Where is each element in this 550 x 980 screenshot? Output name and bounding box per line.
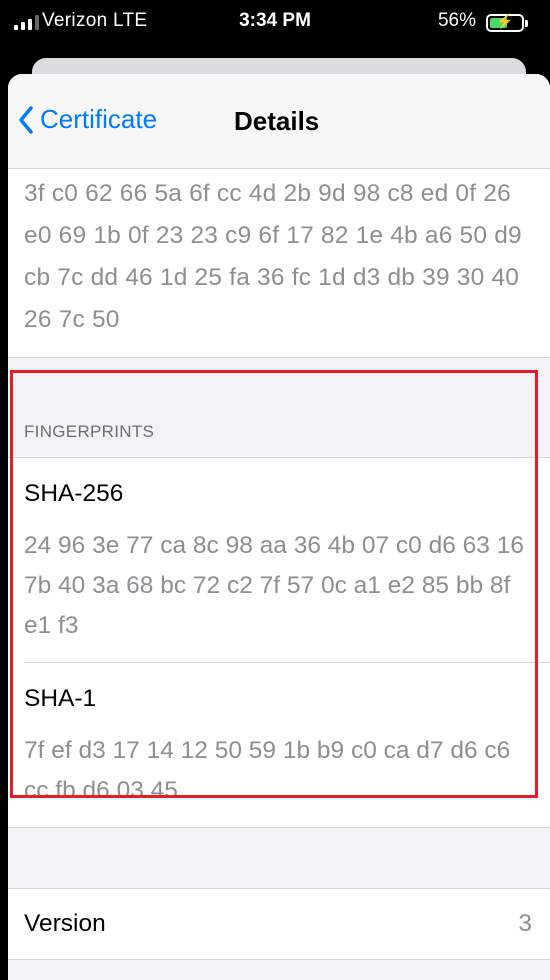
fingerprints-section-header: FINGERPRINTS [8, 402, 550, 458]
back-button[interactable]: Certificate [18, 104, 157, 135]
fingerprint-value: 24 96 3e 77 ca 8c 98 aa 36 4b 07 c0 d6 6… [24, 532, 524, 639]
details-list[interactable]: 3f c0 62 66 5a 6f cc 4d 2b 9d 98 c8 ed 0… [8, 169, 550, 960]
page-title: Details [234, 106, 320, 136]
battery-percent: 56% [437, 10, 476, 31]
charging-bolt-icon: ⚡ [496, 13, 514, 29]
fingerprints-group: SHA-256 24 96 3e 77 ca 8c 98 aa 36 4b 07… [8, 458, 550, 828]
fingerprint-title: SHA-256 [24, 480, 124, 507]
navigation-bar: Certificate Details [8, 74, 550, 169]
version-label: Version [24, 910, 106, 937]
version-value: 3 [518, 910, 532, 937]
fingerprint-title: SHA-1 [24, 685, 97, 712]
chevron-left-icon [19, 105, 33, 134]
fingerprint-sha1-cell: SHA-1 7f ef d3 17 14 12 50 59 1b b9 c0 c… [8, 663, 550, 827]
battery-tip [525, 20, 528, 27]
status-bar: Verizon LTE 3:34 PM 56% ⚡ [0, 0, 550, 48]
public-key-cell: 3f c0 62 66 5a 6f cc 4d 2b 9d 98 c8 ed 0… [8, 169, 550, 358]
version-row[interactable]: Version 3 [8, 888, 550, 960]
fingerprint-sha256-cell: SHA-256 24 96 3e 77 ca 8c 98 aa 36 4b 07… [8, 458, 550, 662]
back-button-label: Certificate [40, 104, 158, 134]
battery-icon: ⚡ [486, 13, 524, 32]
public-key-value: 3f c0 62 66 5a 6f cc 4d 2b 9d 98 c8 ed 0… [24, 180, 522, 333]
fingerprint-value: 7f ef d3 17 14 12 50 59 1b b9 c0 ca d7 d… [24, 737, 511, 804]
details-sheet: Certificate Details 3f c0 62 66 5a 6f cc… [8, 74, 550, 980]
